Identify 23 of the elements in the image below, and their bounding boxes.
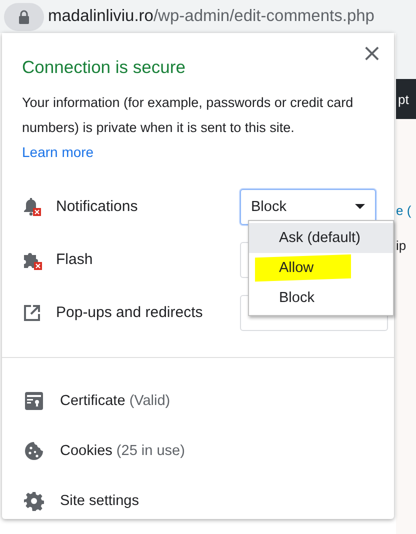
caret-icon bbox=[355, 204, 365, 209]
site-info-link[interactable]: Site settings bbox=[2, 476, 394, 526]
dropdown-option[interactable]: Ask (default) bbox=[249, 223, 393, 253]
cookie-icon bbox=[23, 441, 45, 461]
permission-label: Pop-ups and redirects bbox=[56, 304, 204, 321]
menu-text-fragment: pt bbox=[397, 92, 409, 106]
dropdown-option[interactable]: Block bbox=[249, 283, 393, 313]
external-link-icon bbox=[22, 304, 42, 320]
link-text-fragment: e ( bbox=[396, 203, 412, 218]
site-info-link[interactable]: Cookies (25 in use) bbox=[2, 426, 394, 476]
blocked-bell-icon bbox=[22, 196, 42, 216]
certificate-icon bbox=[23, 392, 45, 410]
popup-title: Connection is secure bbox=[22, 57, 186, 78]
learn-more-link[interactable]: Learn more bbox=[22, 140, 94, 164]
lock-icon[interactable] bbox=[4, 2, 44, 30]
settings-icon bbox=[23, 491, 45, 511]
permission-label: Flash bbox=[56, 251, 94, 268]
security-description: Your information (for example, passwords or credit card numbers) is private when it is sent to this site. bbox=[22, 94, 354, 137]
permission-select[interactable]: Block bbox=[240, 188, 376, 224]
close-button[interactable]: × bbox=[360, 41, 384, 65]
field-text-fragment: ip bbox=[396, 238, 408, 253]
permission-label: Notifications bbox=[56, 198, 139, 215]
site-info-link[interactable]: Certificate (Valid) bbox=[2, 376, 394, 426]
